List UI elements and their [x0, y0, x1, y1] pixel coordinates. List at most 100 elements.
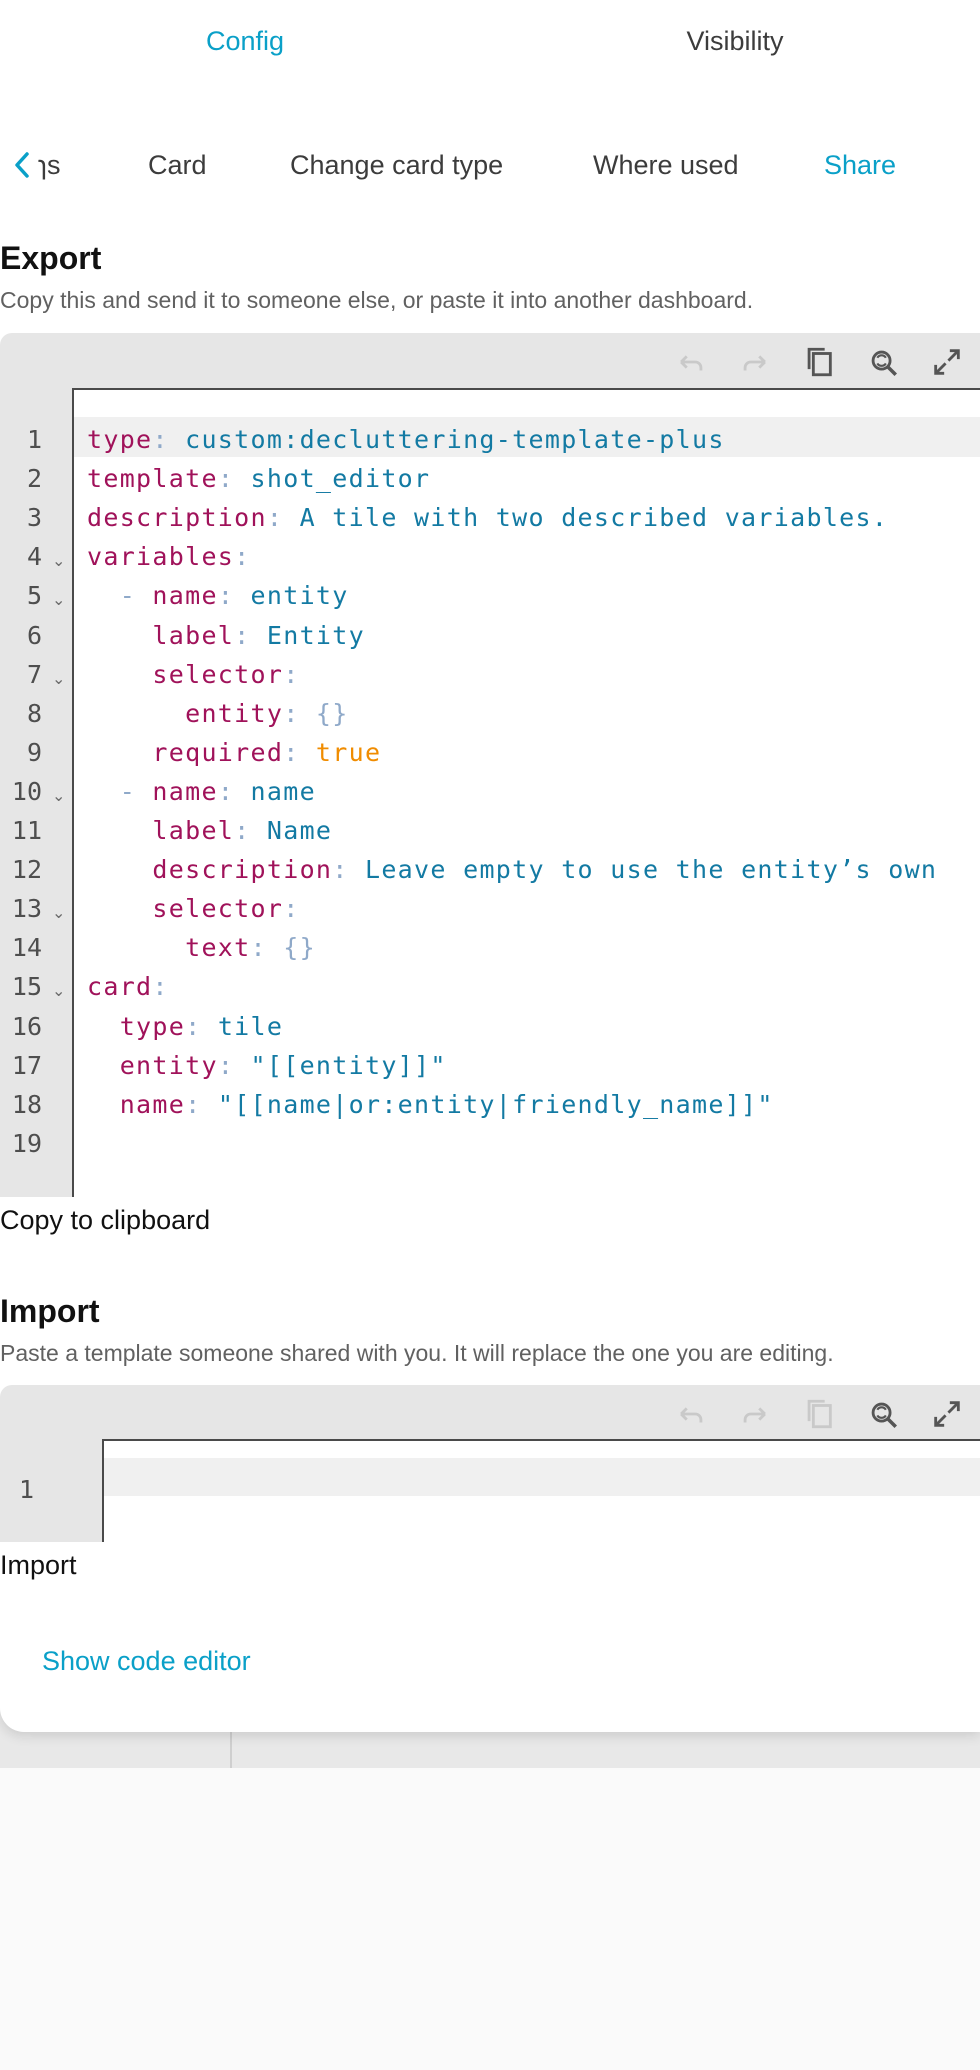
- line-number: 2: [26, 464, 42, 494]
- chevron-left-icon[interactable]: [10, 150, 34, 180]
- export-code-editor: 1 type: custom:decluttering-template-plus…: [0, 333, 980, 1197]
- import-code-area[interactable]: [104, 1441, 980, 1542]
- code-token: entity: [119, 1050, 218, 1080]
- code-token: :: [283, 737, 316, 767]
- export-title: Export: [0, 240, 102, 276]
- code-token: :: [217, 581, 251, 611]
- code-token: shot_editor: [250, 464, 431, 494]
- code-token: true: [315, 737, 382, 767]
- code-token: -: [87, 581, 153, 611]
- code-token: :: [217, 1050, 251, 1080]
- sub-tab-card[interactable]: Card: [148, 150, 207, 181]
- code-token: name: [250, 776, 316, 806]
- code-line: - name: entity: [87, 581, 349, 610]
- tab-visibility[interactable]: Visibility: [686, 26, 783, 57]
- code-token: required: [152, 737, 284, 767]
- copy-icon[interactable]: [802, 345, 836, 379]
- code-line: card:: [87, 972, 169, 1001]
- code-line: variables:: [87, 542, 251, 571]
- fold-chevron-icon[interactable]: ⌄: [52, 786, 65, 805]
- search-replace-icon[interactable]: [866, 1397, 900, 1431]
- fold-chevron-icon[interactable]: ⌄: [52, 551, 65, 570]
- tab-config[interactable]: Config: [206, 26, 284, 57]
- code-token: :: [283, 894, 300, 924]
- code-token: : {}: [250, 933, 316, 963]
- code-token: entity: [250, 581, 349, 611]
- import-title: Import: [0, 1293, 100, 1329]
- show-code-editor-button[interactable]: Show code editor: [42, 1646, 251, 1677]
- code-line: entity: {}: [87, 699, 349, 728]
- fold-chevron-icon[interactable]: ⌄: [52, 903, 65, 922]
- code-token: label: [152, 816, 235, 845]
- code-token: entity: [185, 698, 284, 728]
- active-line-highlight: [104, 1458, 980, 1496]
- line-number: 1: [18, 1475, 34, 1504]
- line-number: 17: [11, 1050, 42, 1080]
- code-token: :: [217, 464, 251, 494]
- code-token: :: [152, 425, 186, 454]
- line-number: 1: [26, 425, 42, 454]
- line-number: 14: [11, 933, 42, 963]
- code-line: - name: name: [87, 777, 316, 806]
- export-description: Copy this and send it to someone else, o…: [0, 287, 754, 313]
- search-replace-icon[interactable]: [866, 345, 900, 379]
- redo-icon[interactable]: [738, 345, 772, 379]
- code-line: type: custom:decluttering-template-plus: [87, 425, 725, 454]
- code-token: :: [152, 972, 169, 1002]
- fullscreen-icon[interactable]: [930, 1397, 964, 1431]
- import-description: Paste a template someone shared with you…: [0, 1340, 834, 1366]
- sub-tab-share[interactable]: Share: [824, 150, 896, 181]
- code-token: :: [283, 659, 300, 689]
- code-token: :: [217, 776, 251, 806]
- undo-icon[interactable]: [674, 1397, 708, 1431]
- code-token: :: [266, 503, 300, 533]
- line-number: 10: [11, 776, 42, 806]
- line-number: 8: [26, 698, 42, 728]
- code-line: template: shot_editor: [87, 464, 430, 493]
- redo-icon[interactable]: [738, 1397, 772, 1431]
- fullscreen-icon[interactable]: [930, 345, 964, 379]
- code-token: label: [152, 620, 235, 650]
- line-number: 13: [11, 894, 42, 924]
- fold-chevron-icon[interactable]: ⌄: [52, 669, 65, 688]
- code-token: type: [119, 1011, 186, 1041]
- line-number: 4: [26, 542, 42, 572]
- code-token: type: [87, 425, 153, 454]
- fold-chevron-icon[interactable]: ⌄: [52, 590, 65, 609]
- sub-tab-where-used[interactable]: Where used: [593, 150, 739, 181]
- code-token: template: [87, 464, 218, 494]
- code-token: : {}: [283, 698, 349, 728]
- code-token: -: [87, 776, 153, 806]
- code-token: :: [234, 620, 267, 650]
- code-token: Leave empty to use the entity’s own: [364, 855, 938, 885]
- line-number: 3: [26, 503, 42, 533]
- code-token: card: [87, 972, 153, 1002]
- line-number: 12: [11, 855, 42, 885]
- copy-to-clipboard-button[interactable]: Copy to clipboard: [0, 1205, 210, 1236]
- fold-chevron-icon[interactable]: ⌄: [52, 981, 65, 1000]
- code-line: type: tile: [87, 1012, 283, 1041]
- code-token: tile: [217, 1011, 284, 1041]
- code-token: name: [152, 776, 218, 806]
- code-line: text: {}: [87, 933, 316, 962]
- line-number: 7: [26, 659, 42, 689]
- copy-icon[interactable]: [802, 1397, 836, 1431]
- sub-tab-partial[interactable]: ɿs: [38, 150, 61, 181]
- import-button[interactable]: Import: [0, 1550, 77, 1581]
- code-token: "[[entity]]": [250, 1050, 447, 1080]
- line-number: 19: [11, 1128, 42, 1158]
- code-token: selector: [152, 894, 284, 924]
- code-token: :: [185, 1089, 218, 1119]
- line-number: 11: [11, 816, 42, 845]
- sub-tab-change-card-type[interactable]: Change card type: [290, 150, 503, 181]
- top-tab-bar: Config Visibility: [0, 0, 980, 90]
- undo-icon[interactable]: [674, 345, 708, 379]
- code-token: name: [119, 1089, 186, 1119]
- line-number: 9: [26, 737, 42, 767]
